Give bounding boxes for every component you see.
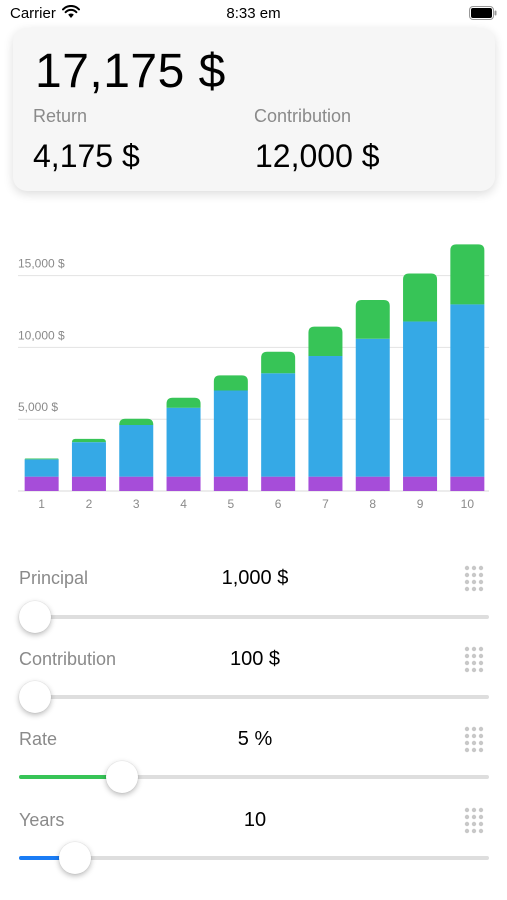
contribution-value: 100 $ (229, 648, 281, 670)
bar-segment-contribution (213, 390, 248, 477)
x-tick-label: 6 (275, 497, 282, 511)
contribution-slider-thumb[interactable] (19, 681, 52, 713)
bar-segment-contribution (450, 304, 485, 477)
years-label: Years (19, 810, 65, 830)
bar-segment-contribution (71, 442, 106, 477)
bar-segment-principal (166, 476, 201, 491)
years-slider[interactable] (19, 842, 489, 874)
x-tick-label: 4 (180, 497, 187, 511)
bar-segment-contribution (403, 321, 438, 477)
principal-slider-thumb[interactable] (19, 601, 52, 633)
bar-segment-return (166, 397, 201, 408)
bar-segment-return (119, 418, 154, 425)
x-tick-label: 5 (228, 497, 235, 511)
clock: 8:33 em (226, 5, 281, 22)
contribution-slider[interactable] (19, 681, 489, 713)
bar-segment-return (450, 244, 485, 305)
bar-segment-principal (450, 476, 485, 491)
bar-segment-principal (355, 476, 390, 491)
bar-segment-return (24, 458, 59, 460)
years-keypad-icon[interactable] (463, 806, 487, 836)
y-tick-label: 15,000 $ (18, 257, 65, 271)
rate-label: Rate (19, 729, 58, 749)
y-tick-label: 10,000 $ (18, 328, 65, 342)
battery-icon (469, 6, 497, 25)
bar-segment-return (308, 326, 343, 357)
principal-slider[interactable] (19, 601, 489, 633)
rate-slider-thumb[interactable] (106, 761, 139, 793)
bar-segment-contribution (308, 356, 343, 477)
bar-segment-principal (213, 476, 248, 491)
bar-segment-contribution (166, 407, 201, 477)
bar-segment-principal (24, 476, 59, 491)
bar-segment-principal (403, 476, 438, 491)
x-tick-label: 9 (417, 497, 424, 511)
years-value: 10 (243, 809, 267, 831)
years-slider-thumb[interactable] (59, 842, 92, 874)
bar-segment-return (355, 300, 390, 339)
x-tick-label: 8 (369, 497, 376, 511)
principal-value: 1,000 $ (221, 567, 289, 589)
growth-bar-chart: 5,000 $ 10,000 $ 15,000 $ 1 2 3 4 5 6 7 8 9 10 (18, 244, 489, 511)
bar-segment-principal (71, 476, 106, 491)
bar-segment-return (261, 351, 296, 374)
rate-value: 5 % (237, 728, 273, 750)
principal-keypad-icon[interactable] (463, 564, 487, 594)
bar-segment-principal (308, 476, 343, 491)
bar-segment-contribution (24, 459, 59, 477)
rate-keypad-icon[interactable] (463, 725, 487, 755)
x-tick-label: 7 (322, 497, 329, 511)
contribution-label: Contribution (19, 649, 117, 669)
y-tick-label: 5,000 $ (18, 400, 58, 414)
status-bar: Carrier 8:33 em (0, 0, 507, 28)
x-tick-label: 1 (38, 497, 45, 511)
bar-segment-principal (261, 476, 296, 491)
bar-segment-return (403, 273, 438, 322)
total-value: 17,175 $ (35, 45, 226, 98)
principal-label: Principal (19, 568, 89, 588)
return-value: 4,175 $ (33, 138, 140, 174)
summary-card: 17,175 $ Return 4,175 $ Contribution 12,… (13, 28, 495, 191)
contribution-keypad-icon[interactable] (463, 645, 487, 675)
bar-segment-principal (119, 476, 154, 491)
bar-segment-contribution (119, 424, 154, 477)
rate-slider[interactable] (19, 761, 489, 793)
bar-segment-contribution (261, 373, 296, 477)
x-tick-label: 3 (133, 497, 140, 511)
contribution-label: Contribution (254, 106, 352, 126)
return-label: Return (33, 106, 88, 126)
contribution-value: 12,000 $ (255, 138, 380, 174)
bar-segment-return (71, 438, 106, 443)
x-tick-label: 10 (461, 497, 475, 511)
x-tick-label: 2 (86, 497, 93, 511)
bar-segment-return (213, 375, 248, 391)
bar-segment-contribution (355, 338, 390, 477)
